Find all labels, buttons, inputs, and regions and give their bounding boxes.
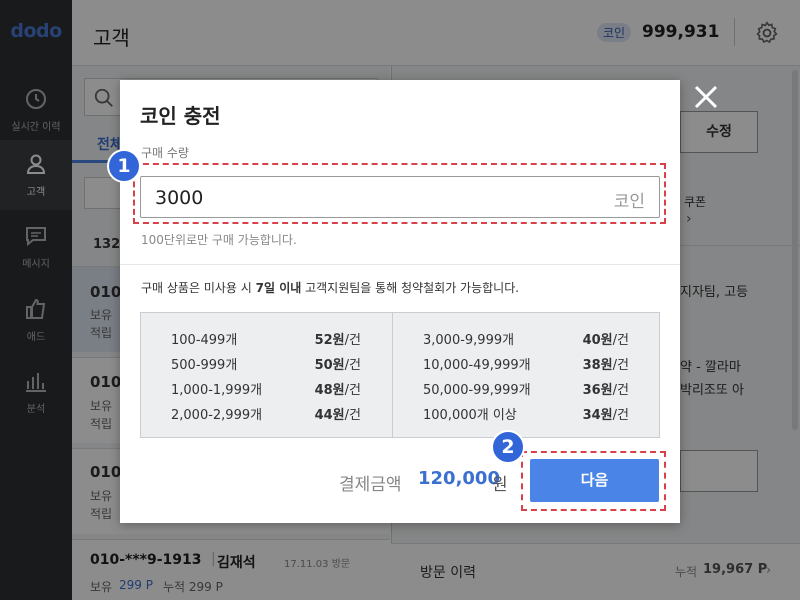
payment-amount: 120,000: [418, 468, 500, 489]
payment-unit: 원: [492, 475, 508, 495]
price-value: 36원/건: [582, 383, 629, 398]
price-range: 3,000-9,999개: [423, 333, 515, 348]
highlight-box-next: [521, 451, 666, 511]
price-range: 2,000-2,999개: [171, 408, 263, 423]
highlight-box-quantity: [133, 163, 666, 224]
price-value: 50원/건: [314, 358, 361, 373]
price-value: 48원/건: [314, 383, 361, 398]
modal-divider: [120, 264, 680, 265]
price-value: 44원/건: [314, 408, 361, 423]
price-range: 500-999개: [171, 358, 238, 373]
price-value: 34원/건: [582, 408, 629, 423]
quantity-label: 구매 수량: [141, 146, 189, 160]
refund-notice: 구매 상품은 미사용 시 7일 이내 고객지원팀을 통해 청약철회가 가능합니다…: [141, 281, 520, 295]
price-table-divider: [392, 313, 393, 437]
step-badge-1: 1: [107, 149, 141, 183]
price-range: 1,000-1,999개: [171, 383, 263, 398]
price-value: 52원/건: [314, 333, 361, 348]
close-icon[interactable]: [693, 84, 719, 114]
price-range: 100,000개 이상: [423, 408, 517, 423]
price-range: 50,000-99,999개: [423, 383, 531, 398]
quantity-hint: 100단위로만 구매 가능합니다.: [141, 233, 297, 247]
price-value: 40원/건: [582, 333, 629, 348]
step-badge-2: 2: [491, 430, 525, 464]
price-value: 38원/건: [582, 358, 629, 373]
price-range: 10,000-49,999개: [423, 358, 531, 373]
modal-title: 코인 충전: [140, 104, 221, 128]
payment-label: 결제금액: [339, 475, 402, 495]
price-range: 100-499개: [171, 333, 238, 348]
price-table: 100-499개 52원/건 500-999개 50원/건 1,000-1,99…: [140, 312, 660, 438]
